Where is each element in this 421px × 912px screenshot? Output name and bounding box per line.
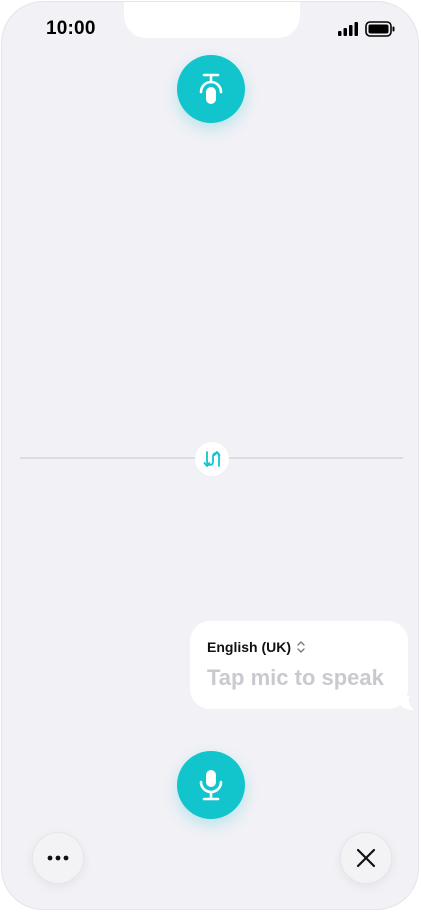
more-dots-icon (47, 855, 69, 861)
more-options-button[interactable] (32, 832, 84, 884)
signal-bars-icon (338, 22, 358, 36)
bottom-mic-button[interactable] (177, 751, 245, 819)
top-mic-button[interactable] (177, 55, 245, 123)
swap-arrows-icon (203, 451, 221, 467)
speak-prompt: Tap mic to speak (207, 665, 384, 690)
phone-frame: 10:00 English (UK) Tap mic to speak (1, 1, 419, 910)
notch (124, 2, 300, 38)
speech-bubble: English (UK) Tap mic to speak (190, 621, 408, 709)
swap-languages-button[interactable] (195, 442, 229, 476)
language-label: English (UK) (207, 639, 291, 655)
chevron-up-down-icon (297, 641, 305, 653)
close-button[interactable] (340, 832, 392, 884)
bubble-tail (398, 696, 414, 710)
battery-icon (365, 21, 395, 37)
close-icon (356, 848, 376, 868)
mic-icon (199, 770, 223, 801)
language-selector[interactable]: English (UK) (207, 639, 306, 655)
status-time: 10:00 (46, 18, 96, 39)
mic-upside-down-icon (199, 73, 223, 104)
